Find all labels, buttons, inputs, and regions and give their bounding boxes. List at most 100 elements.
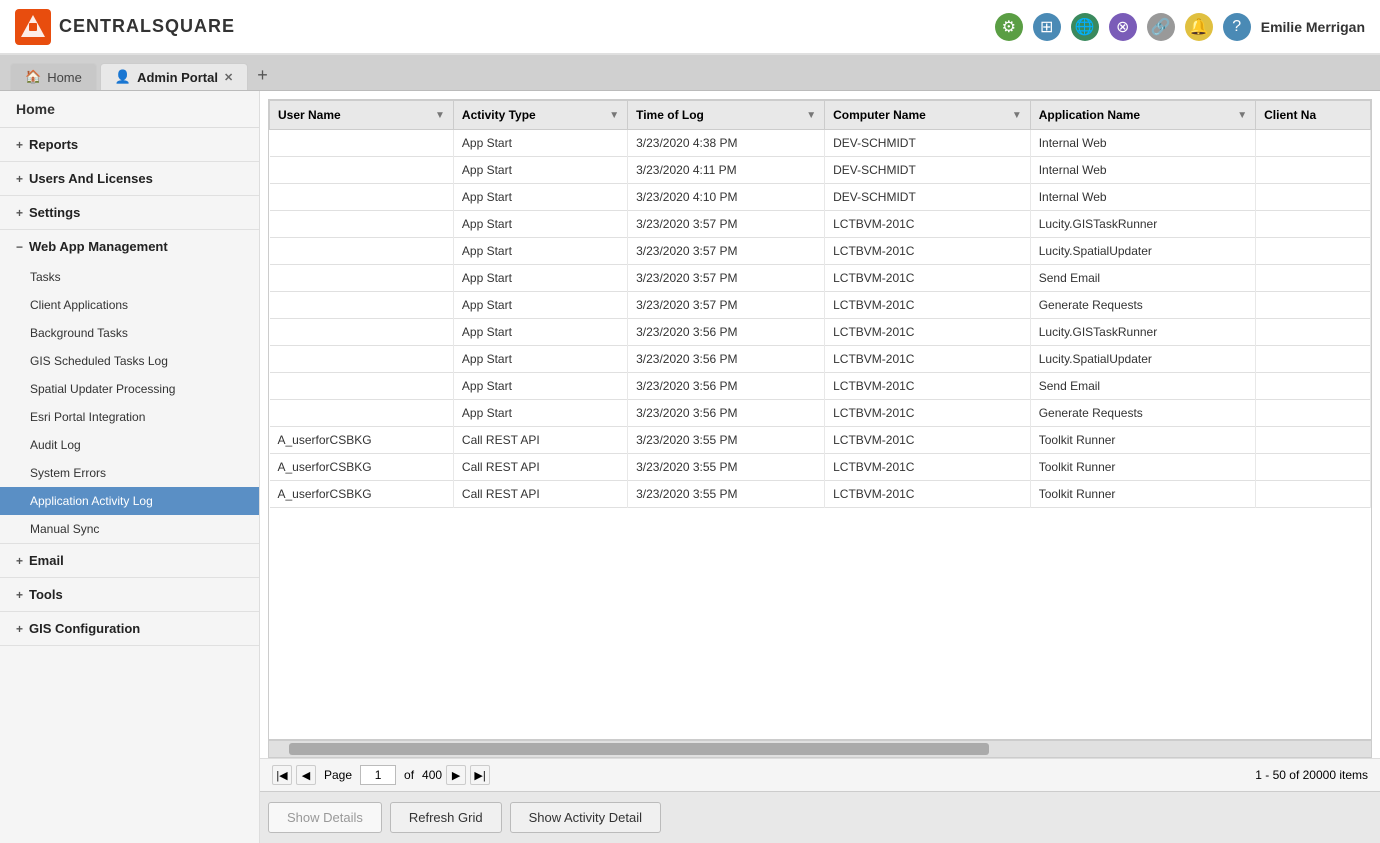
sidebar-item-tasks[interactable]: Tasks [0,263,259,291]
help-icon[interactable]: ? [1223,13,1251,41]
sidebar-section-header-gis-config[interactable]: + GIS Configuration [0,612,259,645]
show-activity-detail-button[interactable]: Show Activity Detail [510,802,661,833]
sidebar-section-header-settings[interactable]: + Settings [0,196,259,229]
globe-icon[interactable]: 🌐 [1071,13,1099,41]
cell-user-name: A_userforCSBKG [270,427,454,454]
add-tab-button[interactable]: + [251,65,274,90]
data-grid-wrapper[interactable]: User Name ▼ Activity Type ▼ [268,99,1372,740]
close-tab-icon[interactable]: ✕ [224,71,233,84]
sidebar-item-client-applications[interactable]: Client Applications [0,291,259,319]
cell-computer-name: LCTBVM-201C [825,265,1031,292]
table-row[interactable]: App Start3/23/2020 3:57 PMLCTBVM-201CLuc… [270,238,1371,265]
sidebar-item-background-tasks[interactable]: Background Tasks [0,319,259,347]
bell-icon[interactable]: 🔔 [1185,13,1213,41]
table-row[interactable]: App Start3/23/2020 3:56 PMLCTBVM-201CGen… [270,400,1371,427]
horizontal-scrollbar[interactable] [268,740,1372,758]
cell-user-name [270,265,454,292]
sidebar-item-spatial-updater-processing[interactable]: Spatial Updater Processing [0,375,259,403]
cell-time-of_log: 3/23/2020 3:56 PM [628,346,825,373]
admin-tab-icon: 👤 [115,69,131,85]
sidebar-item-manual-sync[interactable]: Manual Sync [0,515,259,543]
table-row[interactable]: A_userforCSBKGCall REST API3/23/2020 3:5… [270,427,1371,454]
table-row[interactable]: App Start3/23/2020 3:57 PMLCTBVM-201CSen… [270,265,1371,292]
table-row[interactable]: A_userforCSBKGCall REST API3/23/2020 3:5… [270,454,1371,481]
first-page-button[interactable]: |◀ [272,765,292,785]
cell-application-name: Internal Web [1030,130,1255,157]
sidebar-section-header-reports[interactable]: + Reports [0,128,259,161]
cell-application-name: Lucity.SpatialUpdater [1030,238,1255,265]
cell-client-name [1256,238,1371,265]
page-number-input[interactable] [360,765,396,785]
refresh-grid-button[interactable]: Refresh Grid [390,802,502,833]
col-activity-type: Activity Type ▼ [453,101,627,130]
sidebar-section-email: + Email [0,544,259,578]
cell-client-name [1256,319,1371,346]
cell-user-name [270,400,454,427]
main-layout: Home + Reports + Users And Licenses + Se… [0,91,1380,843]
sidebar-item-gis-scheduled-tasks-log[interactable]: GIS Scheduled Tasks Log [0,347,259,375]
col-client-name: Client Na [1256,101,1371,130]
cell-activity-type: App Start [453,346,627,373]
table-row[interactable]: App Start3/23/2020 3:57 PMLCTBVM-201CGen… [270,292,1371,319]
settings2-icon[interactable]: ⊗ [1109,13,1137,41]
toggle-webappmgmt-icon: − [16,240,23,254]
filter-time-of-log-icon[interactable]: ▼ [806,110,816,121]
sidebar-section-header-webappmgmt[interactable]: − Web App Management [0,230,259,263]
cell-activity-type: App Start [453,373,627,400]
sidebar-webappmgmt-label: Web App Management [29,239,168,254]
table-row[interactable]: App Start3/23/2020 3:56 PMLCTBVM-201CLuc… [270,319,1371,346]
table-row[interactable]: App Start3/23/2020 3:57 PMLCTBVM-201CLuc… [270,211,1371,238]
sidebar-section-header-users[interactable]: + Users And Licenses [0,162,259,195]
table-row[interactable]: App Start3/23/2020 3:56 PMLCTBVM-201CSen… [270,373,1371,400]
col-application-name: Application Name ▼ [1030,101,1255,130]
cell-time-of_log: 3/23/2020 4:38 PM [628,130,825,157]
cell-user-name [270,346,454,373]
table-row[interactable]: App Start3/23/2020 4:10 PMDEV-SCHMIDTInt… [270,184,1371,211]
table-row[interactable]: App Start3/23/2020 4:38 PMDEV-SCHMIDTInt… [270,130,1371,157]
cell-user-name: A_userforCSBKG [270,454,454,481]
grid-icon[interactable]: ⊞ [1033,13,1061,41]
col-user-name: User Name ▼ [270,101,454,130]
table-row[interactable]: A_userforCSBKGCall REST API3/23/2020 3:5… [270,481,1371,508]
next-page-button[interactable]: ▶ [446,765,466,785]
cell-application-name: Generate Requests [1030,400,1255,427]
page-label: Page [324,768,352,782]
link-icon[interactable]: 🔗 [1147,13,1175,41]
prev-page-button[interactable]: ◀ [296,765,316,785]
sidebar-home[interactable]: Home [0,91,259,128]
cell-application-name: Internal Web [1030,184,1255,211]
cell-application-name: Toolkit Runner [1030,454,1255,481]
cell-client-name [1256,481,1371,508]
cell-user-name [270,130,454,157]
sidebar-item-application-activity-log[interactable]: Application Activity Log [0,487,259,515]
filter-activity-type-icon[interactable]: ▼ [609,110,619,121]
cell-activity-type: App Start [453,211,627,238]
admin-tab-label: Admin Portal [137,70,218,85]
filter-application-name-icon[interactable]: ▼ [1237,110,1247,121]
sidebar-item-esri-portal-integration[interactable]: Esri Portal Integration [0,403,259,431]
show-details-button[interactable]: Show Details [268,802,382,833]
sidebar-gis-config-label: GIS Configuration [29,621,140,636]
tab-home[interactable]: 🏠 Home [10,63,97,90]
table-row[interactable]: App Start3/23/2020 3:56 PMLCTBVM-201CLuc… [270,346,1371,373]
sidebar-section-header-tools[interactable]: + Tools [0,578,259,611]
gear-icon[interactable]: ⚙ [995,13,1023,41]
logo: CENTRALSQUARE [15,9,235,45]
cell-application-name: Lucity.GISTaskRunner [1030,319,1255,346]
table-row[interactable]: App Start3/23/2020 4:11 PMDEV-SCHMIDTInt… [270,157,1371,184]
cell-client-name [1256,265,1371,292]
sidebar-section-header-email[interactable]: + Email [0,544,259,577]
sidebar-item-system-errors[interactable]: System Errors [0,459,259,487]
user-name[interactable]: Emilie Merrigan [1261,19,1365,35]
last-page-button[interactable]: ▶| [470,765,490,785]
cell-client-name [1256,292,1371,319]
sidebar-item-audit-log[interactable]: Audit Log [0,431,259,459]
filter-user-name-icon[interactable]: ▼ [435,110,445,121]
sidebar-tools-label: Tools [29,587,63,602]
cell-user-name: A_userforCSBKG [270,481,454,508]
cell-client-name [1256,427,1371,454]
filter-computer-name-icon[interactable]: ▼ [1012,110,1022,121]
tab-admin-portal[interactable]: 👤 Admin Portal ✕ [100,63,248,90]
cell-activity-type: App Start [453,265,627,292]
cell-application-name: Generate Requests [1030,292,1255,319]
